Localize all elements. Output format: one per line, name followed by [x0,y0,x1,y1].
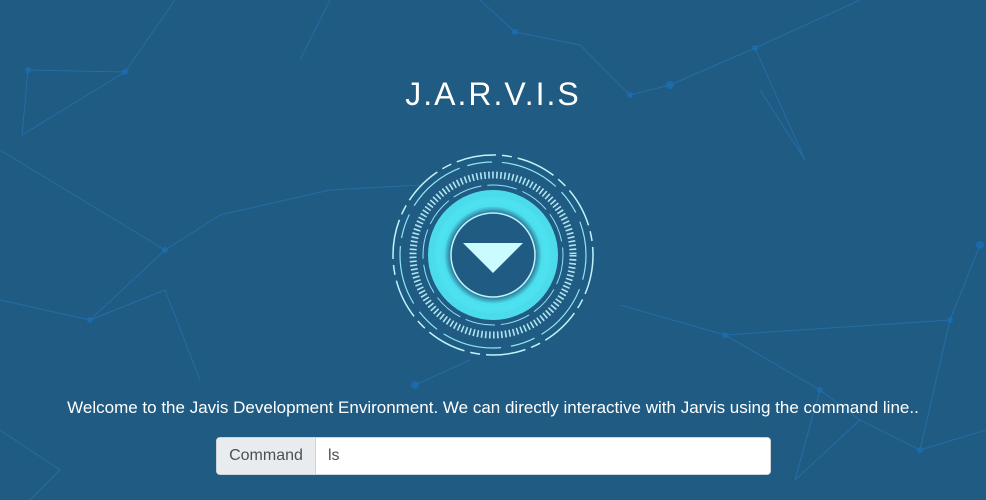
arc-reactor-icon[interactable] [391,153,595,357]
app-title: J.A.R.V.I.S [405,76,581,112]
command-label: Command [217,438,316,474]
command-input-group: Command [216,437,771,475]
welcome-message: Welcome to the Javis Development Environ… [67,398,919,417]
command-input[interactable] [316,438,770,474]
